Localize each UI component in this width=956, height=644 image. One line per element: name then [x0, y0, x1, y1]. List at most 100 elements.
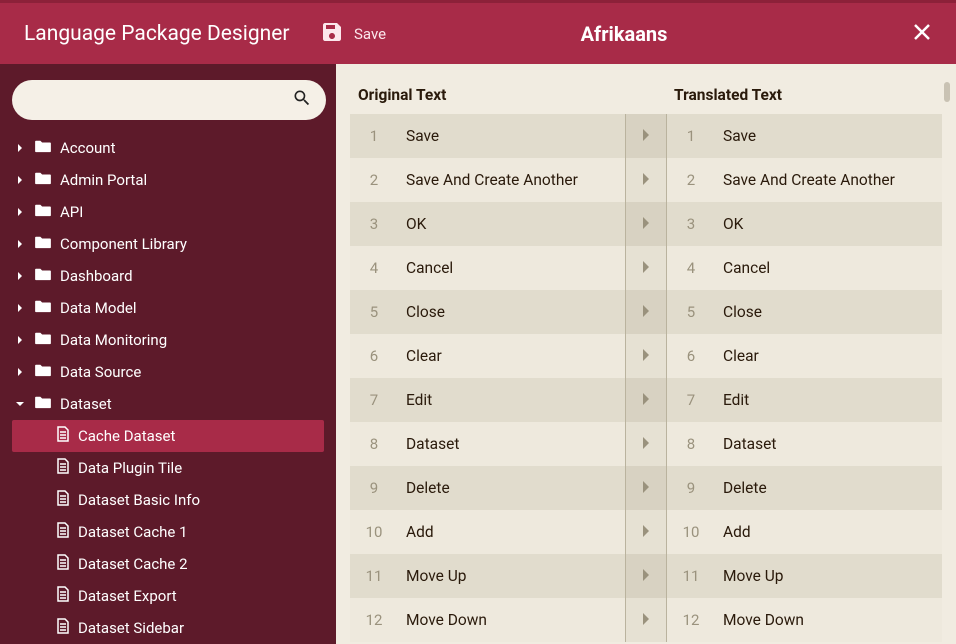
copy-arrow-button[interactable]: [626, 598, 666, 642]
translated-text: Cancel: [715, 259, 942, 277]
translated-cell[interactable]: 2Save And Create Another: [666, 158, 942, 202]
table-row: 7Edit 7Edit: [350, 378, 942, 422]
tree-item-label: Data Monitoring: [60, 331, 167, 349]
tree-folder-item[interactable]: Data Monitoring: [12, 324, 324, 356]
translated-cell[interactable]: 7Edit: [666, 378, 942, 422]
original-cell[interactable]: 3OK: [350, 202, 626, 246]
translated-cell[interactable]: 6Clear: [666, 334, 942, 378]
rows-container: 1Save1Save2Save And Create Another2Save …: [350, 114, 942, 644]
tree-file-item[interactable]: Data Plugin Tile: [12, 452, 324, 484]
translated-cell[interactable]: 11Move Up: [666, 554, 942, 598]
original-cell[interactable]: 4Cancel: [350, 246, 626, 290]
original-cell[interactable]: 11Move Up: [350, 554, 626, 598]
copy-arrow-button[interactable]: [626, 378, 666, 422]
chevron-right-icon: [641, 259, 651, 278]
tree-folder-item[interactable]: Admin Portal: [12, 164, 324, 196]
tree-item-label: Dataset: [60, 395, 112, 413]
original-cell[interactable]: 10Add: [350, 510, 626, 554]
copy-arrow-button[interactable]: [626, 554, 666, 598]
search-box[interactable]: [12, 80, 326, 120]
row-number: 12: [350, 611, 398, 629]
file-icon: [56, 490, 70, 510]
tree-file-item[interactable]: Dataset Sidebar: [12, 612, 324, 644]
original-text: OK: [398, 215, 625, 233]
tree-folder-item[interactable]: Dataset: [12, 388, 324, 420]
file-icon: [56, 426, 70, 446]
original-cell[interactable]: 5Close: [350, 290, 626, 334]
translated-text: OK: [715, 215, 942, 233]
translated-cell[interactable]: 4Cancel: [666, 246, 942, 290]
original-cell[interactable]: 12Move Down: [350, 598, 626, 642]
content-panel: Original Text Translated Text 1Save 1Save…: [336, 64, 956, 644]
folder-icon: [34, 203, 52, 221]
translated-cell[interactable]: 12Move Down: [666, 598, 942, 642]
translated-cell[interactable]: 8Dataset: [666, 422, 942, 466]
search-input[interactable]: [26, 91, 292, 109]
copy-arrow-button[interactable]: [626, 290, 666, 334]
row-number: 4: [350, 259, 398, 277]
translated-cell[interactable]: 3OK: [666, 202, 942, 246]
translated-text: Clear: [715, 347, 942, 365]
tree-folder-item[interactable]: Data Model: [12, 292, 324, 324]
tree-item-label: Dataset Export: [78, 587, 177, 605]
tree-item-label: Data Source: [60, 363, 141, 381]
copy-arrow-button[interactable]: [626, 510, 666, 554]
save-button[interactable]: Save: [320, 20, 386, 48]
tree-file-item[interactable]: Dataset Cache 2: [12, 548, 324, 580]
chevron-right-icon: [641, 391, 651, 410]
table-row: 10Add 10Add: [350, 510, 942, 554]
tree-folder-item[interactable]: Account: [12, 132, 324, 164]
original-cell[interactable]: 8Dataset: [350, 422, 626, 466]
chevron-right-icon: [641, 611, 651, 630]
original-cell[interactable]: 1Save: [350, 114, 626, 158]
row-number: 12: [667, 611, 715, 629]
original-cell[interactable]: 7Edit: [350, 378, 626, 422]
original-text: Close: [398, 303, 625, 321]
tree-folder-item[interactable]: Dashboard: [12, 260, 324, 292]
close-icon: [912, 27, 932, 46]
row-number: 9: [350, 479, 398, 497]
file-icon: [56, 554, 70, 574]
tree[interactable]: AccountAdmin PortalAPIComponent LibraryD…: [12, 132, 330, 644]
translated-text: Add: [715, 523, 942, 541]
original-cell[interactable]: 2Save And Create Another: [350, 158, 626, 202]
close-button[interactable]: [912, 22, 932, 46]
tree-file-item[interactable]: Dataset Export: [12, 580, 324, 612]
tree-folder-item[interactable]: Data Source: [12, 356, 324, 388]
translated-text: Save And Create Another: [715, 171, 942, 189]
tree-file-item[interactable]: Dataset Basic Info: [12, 484, 324, 516]
copy-arrow-button[interactable]: [626, 422, 666, 466]
folder-icon: [34, 171, 52, 189]
chevron-right-icon: [641, 523, 651, 542]
columns-header: Original Text Translated Text: [350, 76, 942, 114]
copy-arrow-button[interactable]: [626, 202, 666, 246]
translated-cell[interactable]: 10Add: [666, 510, 942, 554]
original-cell[interactable]: 9Delete: [350, 466, 626, 510]
table-row: 11Move Up11Move Up: [350, 554, 942, 598]
scrollbar-thumb[interactable]: [944, 82, 950, 102]
copy-arrow-button[interactable]: [626, 246, 666, 290]
tree-file-item[interactable]: Dataset Cache 1: [12, 516, 324, 548]
file-icon: [56, 586, 70, 606]
translated-cell[interactable]: 1Save: [666, 114, 942, 158]
copy-arrow-button[interactable]: [626, 114, 666, 158]
tree-file-item[interactable]: Cache Dataset: [12, 420, 324, 452]
original-cell[interactable]: 6Clear: [350, 334, 626, 378]
row-number: 11: [350, 567, 398, 585]
copy-arrow-button[interactable]: [626, 466, 666, 510]
table-row: 12Move Down 12Move Down: [350, 598, 942, 642]
translated-cell[interactable]: 5Close: [666, 290, 942, 334]
table-row: 8Dataset 8Dataset: [350, 422, 942, 466]
copy-arrow-button[interactable]: [626, 158, 666, 202]
translated-cell[interactable]: 9Delete: [666, 466, 942, 510]
original-text: Save: [398, 127, 625, 145]
row-number: 3: [350, 215, 398, 233]
chevron-right-icon: [641, 215, 651, 234]
table-row: 5Close 5Close: [350, 290, 942, 334]
original-text: Move Up: [398, 567, 625, 585]
translated-text: Dataset: [715, 435, 942, 453]
tree-folder-item[interactable]: API: [12, 196, 324, 228]
copy-arrow-button[interactable]: [626, 334, 666, 378]
original-text: Edit: [398, 391, 625, 409]
tree-folder-item[interactable]: Component Library: [12, 228, 324, 260]
